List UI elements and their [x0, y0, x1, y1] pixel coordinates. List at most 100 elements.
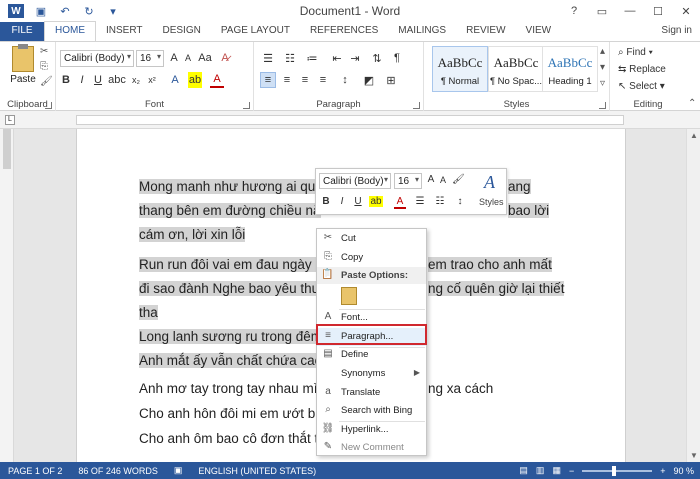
sort-icon[interactable]: ⇅ — [370, 50, 384, 66]
more-styles-icon[interactable]: ▿ — [600, 78, 605, 89]
menu-item-copy[interactable]: ⎘ Copy — [317, 249, 426, 267]
page-count[interactable]: PAGE 1 OF 2 — [0, 466, 70, 476]
copy-icon[interactable]: ⎘ — [40, 61, 48, 72]
proofing-icon[interactable]: ▣ — [166, 465, 191, 476]
grow-font-icon[interactable]: A — [426, 174, 436, 185]
vertical-scrollbar[interactable]: ▲ ▼ — [686, 129, 700, 462]
style-normal[interactable]: AaBbCc ¶ Normal — [432, 46, 488, 92]
styles-launcher-icon[interactable] — [599, 102, 606, 109]
scroll-up-icon[interactable]: ▴ — [600, 46, 605, 57]
underline-icon[interactable]: U — [353, 196, 363, 207]
borders-icon[interactable]: ⊞ — [384, 72, 398, 88]
maximize-button[interactable]: ☐ — [644, 0, 672, 22]
replace-button[interactable]: ⇆ Replace — [618, 64, 666, 75]
tab-selector-icon[interactable]: L — [5, 115, 15, 125]
font-launcher-icon[interactable] — [243, 102, 250, 109]
tab-design[interactable]: DESIGN — [153, 22, 211, 41]
line-spacing-icon[interactable]: ↕ — [338, 72, 352, 88]
highlight-icon[interactable]: ab — [188, 72, 202, 88]
increase-indent-icon[interactable]: ⇥ — [348, 50, 362, 66]
redo-icon[interactable]: ↻ — [82, 4, 96, 18]
zoom-slider-knob[interactable] — [612, 465, 617, 476]
keep-text-only-paste-icon[interactable] — [341, 287, 357, 305]
bold-icon[interactable]: B — [321, 196, 331, 207]
numbering-icon[interactable]: ☷ — [282, 50, 298, 66]
superscript-icon[interactable]: x² — [146, 72, 158, 88]
ribbon-display-icon[interactable]: ▭ — [588, 0, 616, 22]
scroll-up-arrow-icon[interactable]: ▲ — [690, 131, 698, 140]
styles-icon[interactable]: A — [484, 172, 495, 193]
strikethrough-icon[interactable]: abc — [108, 72, 126, 88]
italic-icon[interactable]: I — [76, 72, 88, 88]
bullets-icon[interactable]: ☰ — [260, 50, 276, 66]
menu-item-cut[interactable]: ✂ Cut — [317, 230, 426, 248]
undo-icon[interactable]: ↶ — [58, 4, 72, 18]
shrink-font-icon[interactable]: A — [182, 50, 194, 66]
zoom-level[interactable]: 90 % — [673, 466, 694, 476]
menu-item-new-comment[interactable]: ✎ New Comment — [317, 439, 426, 457]
tab-home[interactable]: HOME — [44, 21, 96, 41]
language-indicator[interactable]: ENGLISH (UNITED STATES) — [190, 466, 324, 476]
tab-review[interactable]: REVIEW — [456, 22, 515, 41]
help-icon[interactable]: ? — [560, 0, 588, 22]
paste-button[interactable]: Paste — [8, 44, 38, 90]
customize-qat-icon[interactable]: ▾ — [106, 4, 120, 18]
ruler-scale[interactable] — [76, 115, 624, 125]
web-layout-icon[interactable]: ▦ — [552, 465, 561, 476]
highlight-icon[interactable]: ab — [369, 196, 383, 207]
menu-item-synonyms[interactable]: Synonyms ▶ — [317, 365, 426, 383]
mini-font-family-select[interactable]: Calibri (Body) ▾ — [319, 173, 391, 189]
font-color-icon[interactable]: A — [394, 196, 406, 209]
show-marks-icon[interactable]: ¶ — [390, 50, 404, 66]
font-size-select[interactable]: 16 ▾ — [136, 50, 164, 67]
tab-page-layout[interactable]: PAGE LAYOUT — [211, 22, 300, 41]
format-painter-icon[interactable]: 🖌 — [40, 76, 53, 87]
minimize-button[interactable]: — — [616, 0, 644, 22]
line-spacing-icon[interactable]: ↕ — [454, 196, 466, 207]
zoom-out-icon[interactable]: − — [569, 466, 574, 476]
clipboard-launcher-icon[interactable] — [45, 102, 52, 109]
format-painter-icon[interactable]: 🖌 — [452, 174, 465, 185]
multilevel-list-icon[interactable]: ≔ — [304, 50, 320, 66]
menu-item-hyperlink[interactable]: ⛓ Hyperlink... — [317, 421, 426, 439]
tab-mailings[interactable]: MAILINGS — [388, 22, 456, 41]
menu-item-define[interactable]: ▤ Define — [317, 346, 426, 364]
word-count[interactable]: 86 OF 246 WORDS — [70, 466, 166, 476]
subscript-icon[interactable]: x₂ — [130, 72, 142, 88]
change-case-icon[interactable]: Aa — [198, 50, 212, 66]
zoom-slider[interactable] — [582, 465, 653, 476]
underline-icon[interactable]: U — [92, 72, 104, 88]
bullets-icon[interactable]: ☰ — [414, 196, 426, 207]
bold-icon[interactable]: B — [60, 72, 72, 88]
tab-view[interactable]: VIEW — [516, 22, 562, 41]
font-color-icon[interactable]: A — [210, 72, 224, 88]
zoom-in-icon[interactable]: + — [660, 466, 665, 476]
sign-in-link[interactable]: Sign in — [661, 25, 692, 36]
shrink-font-icon[interactable]: A — [438, 175, 448, 185]
clear-formatting-icon[interactable]: A̷ — [218, 50, 232, 66]
italic-icon[interactable]: I — [337, 196, 347, 207]
align-left-icon[interactable]: ≡ — [260, 72, 276, 88]
text-effects-icon[interactable]: A — [168, 72, 182, 88]
shading-icon[interactable]: ◩ — [362, 72, 376, 88]
close-button[interactable]: ✕ — [672, 0, 700, 22]
tab-file[interactable]: FILE — [0, 22, 44, 41]
read-mode-icon[interactable]: ▤ — [519, 465, 528, 476]
justify-icon[interactable]: ≡ — [316, 72, 330, 88]
style-no-spacing[interactable]: AaBbCc ¶ No Spac... — [488, 46, 544, 92]
mini-font-size-select[interactable]: 16 ▾ — [394, 173, 422, 189]
tab-insert[interactable]: INSERT — [96, 22, 153, 41]
decrease-indent-icon[interactable]: ⇤ — [330, 50, 344, 66]
tab-references[interactable]: REFERENCES — [300, 22, 388, 41]
find-button[interactable]: ⌕ Find ▾ — [618, 47, 653, 58]
align-right-icon[interactable]: ≡ — [298, 72, 312, 88]
style-heading-1[interactable]: AaBbCc Heading 1 — [542, 46, 598, 92]
font-family-select[interactable]: Calibri (Body) ▾ — [60, 50, 134, 67]
menu-item-search-with-bing[interactable]: ⌕ Search with Bing — [317, 402, 426, 420]
cut-icon[interactable]: ✂ — [40, 46, 48, 57]
print-layout-icon[interactable]: ▥ — [536, 465, 545, 476]
grow-font-icon[interactable]: A — [168, 50, 180, 66]
scroll-down-icon[interactable]: ▾ — [600, 62, 605, 73]
collapse-ribbon-icon[interactable]: ⌃ — [688, 98, 696, 109]
select-button[interactable]: ↖ Select ▾ — [618, 81, 665, 92]
